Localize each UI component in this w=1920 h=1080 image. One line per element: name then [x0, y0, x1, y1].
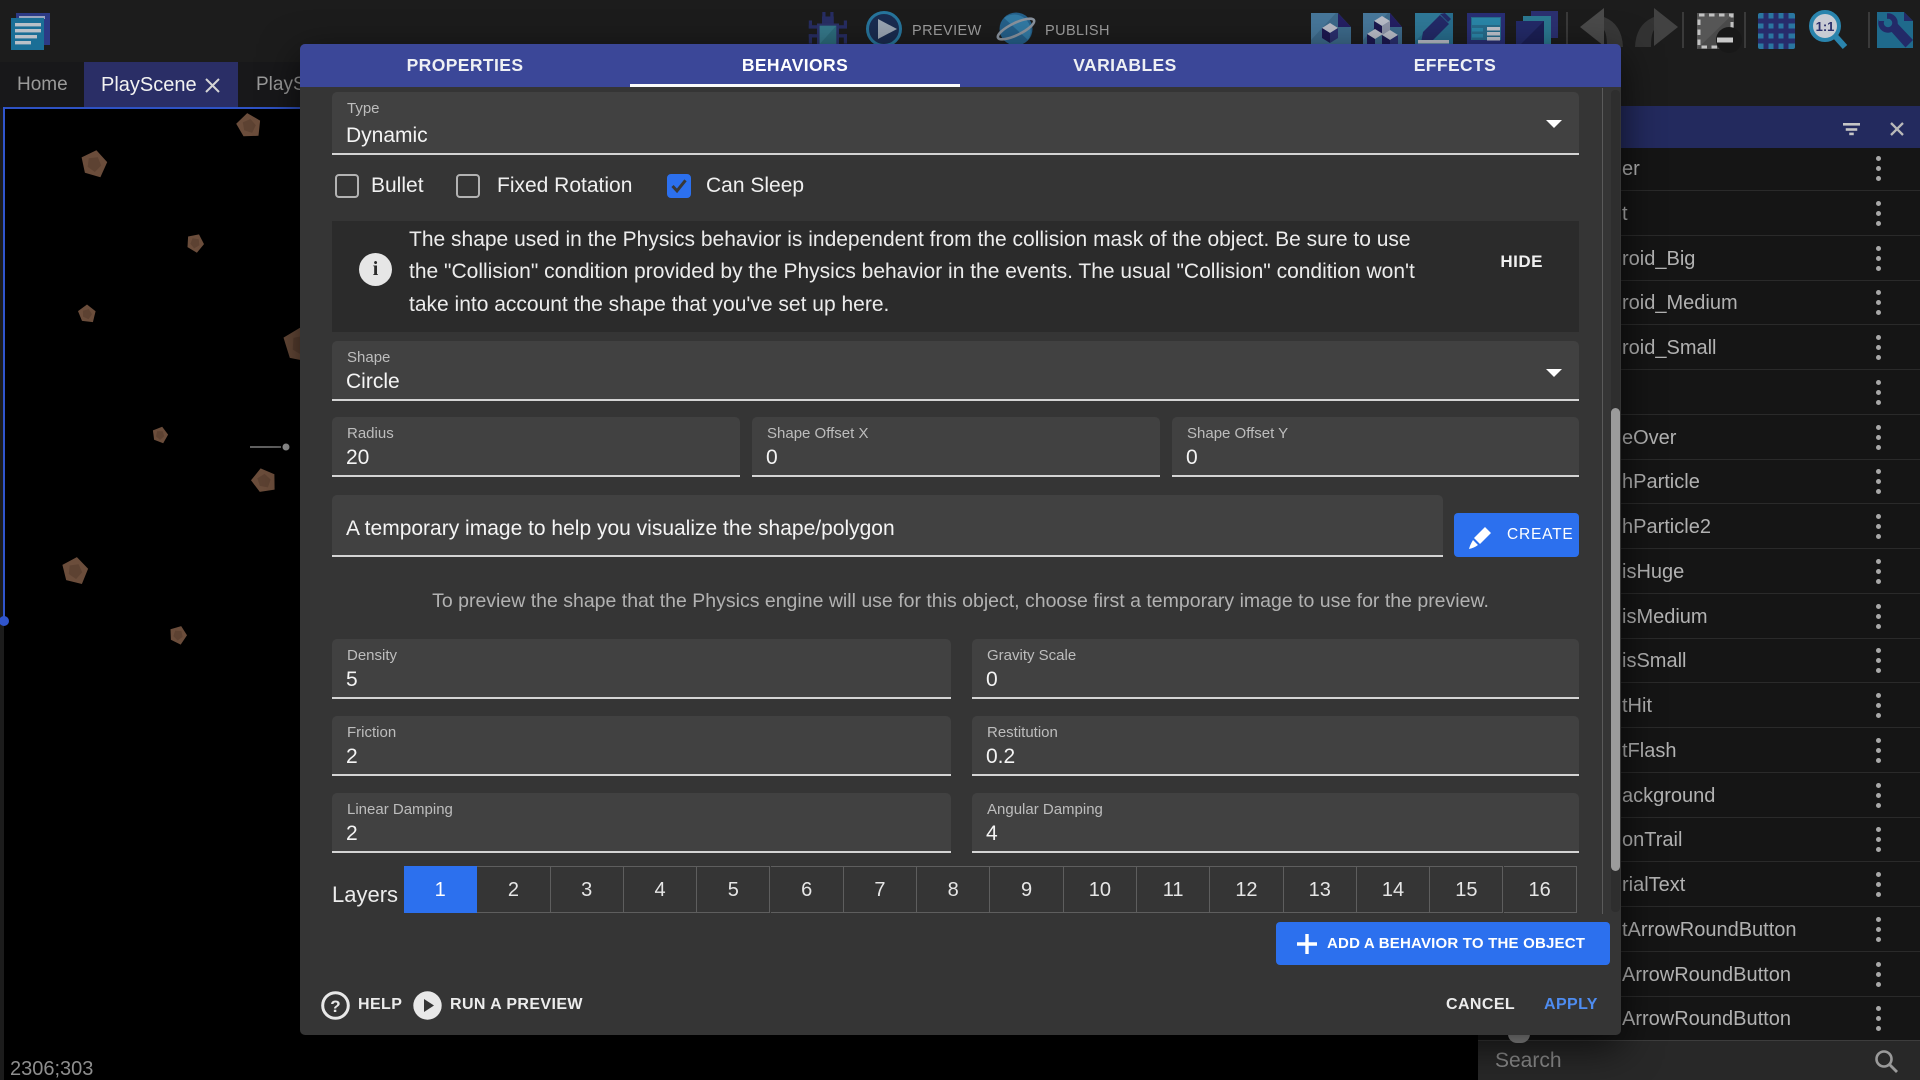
svg-text:?: ?	[330, 997, 340, 1016]
svg-text:1:1: 1:1	[1816, 19, 1835, 34]
